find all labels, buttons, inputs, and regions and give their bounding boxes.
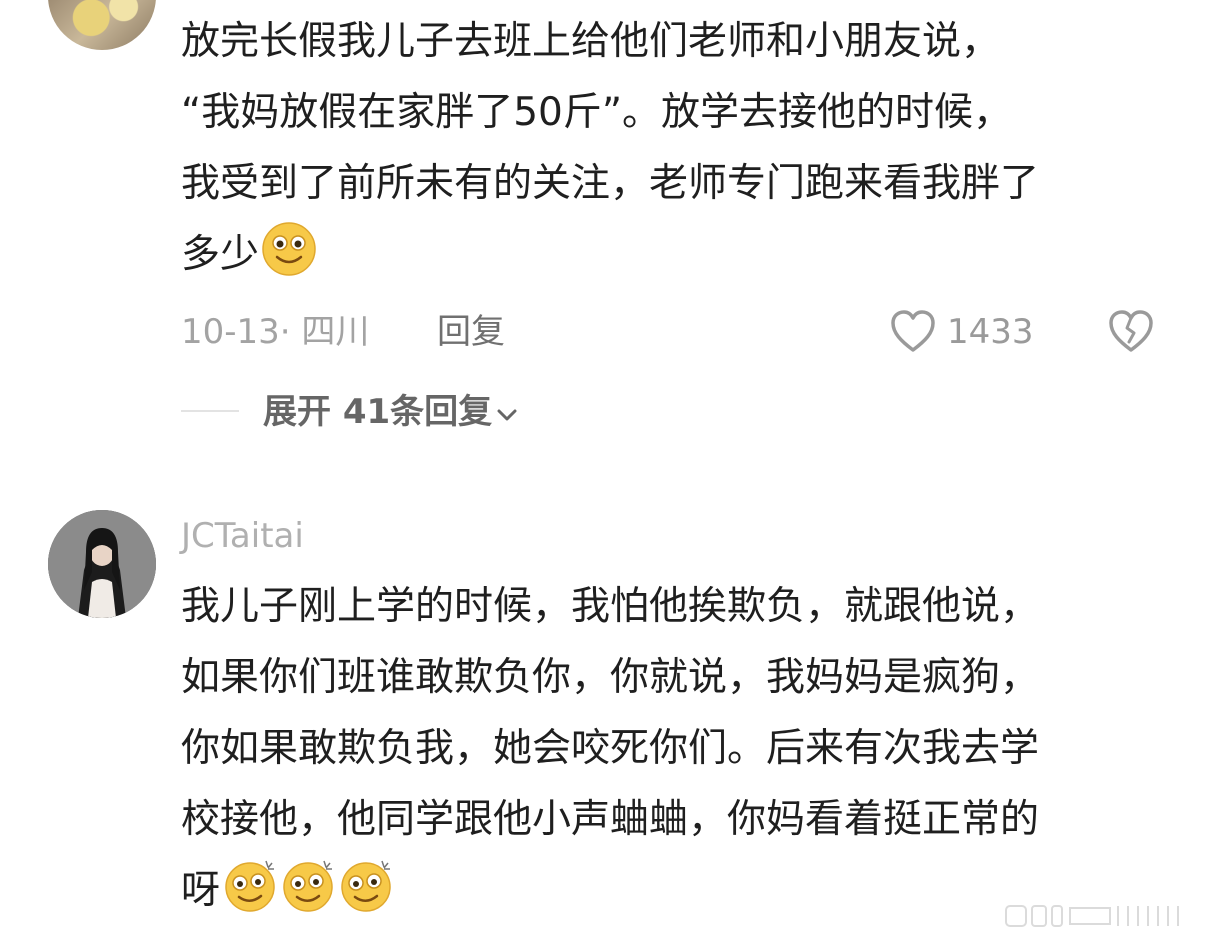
broken-heart-icon[interactable] <box>1107 308 1155 354</box>
smile-emoji-icon <box>262 222 316 276</box>
expand-replies-button[interactable]: 展开 41条回复 <box>263 388 518 436</box>
comment-line: 校接他，他同学跟他小声蛐蛐，你妈看着挺正常的 <box>181 797 1040 842</box>
comment-line-text: 多少 <box>181 232 260 277</box>
dizzy-emoji-icon <box>225 860 275 912</box>
comment-line: 多少 <box>181 219 1171 290</box>
comment-line: 我受到了前所未有的关注，老师专门跑来看我胖了 <box>181 161 1040 206</box>
chevron-down-icon <box>497 409 517 421</box>
comment-text: 我儿子刚上学的时候，我怕他挨欺负，就跟他说， 如果你们班谁敢欺负你，你就说，我妈… <box>181 571 1171 926</box>
avatar[interactable] <box>48 510 156 618</box>
dizzy-emoji-icon <box>341 860 391 912</box>
comment-line: “我妈放假在家胖了50斤”。放学去接他的时候， <box>181 90 1013 135</box>
username[interactable]: JCTaitai <box>181 512 304 560</box>
comment-line: 你如果敢欺负我，她会咬死你们。后来有次我去学 <box>181 726 1040 771</box>
expand-replies-label: 展开 41条回复 <box>263 392 493 432</box>
watermark-logo <box>1005 905 1179 927</box>
avatar-photo <box>48 510 156 618</box>
comment-line: 我儿子刚上学的时候，我怕他挨欺负，就跟他说， <box>181 584 1040 629</box>
reply-button[interactable]: 回复 <box>437 308 505 356</box>
avatar[interactable] <box>48 0 156 50</box>
comment-line-text: 呀 <box>181 868 221 913</box>
dizzy-emoji-icon <box>283 860 333 912</box>
like-count: 1433 <box>947 312 1034 352</box>
heart-icon[interactable] <box>889 308 937 354</box>
comment-date-location: 10-13· 四川 <box>181 312 370 352</box>
divider <box>181 410 239 412</box>
comment-line: 放完长假我儿子去班上给他们老师和小朋友说， <box>181 19 1001 64</box>
comment-text: 放完长假我儿子去班上给他们老师和小朋友说， “我妈放假在家胖了50斤”。放学去接… <box>181 6 1171 290</box>
comment-line: 如果你们班谁敢欺负你，你就说，我妈妈是疯狗， <box>181 655 1040 700</box>
